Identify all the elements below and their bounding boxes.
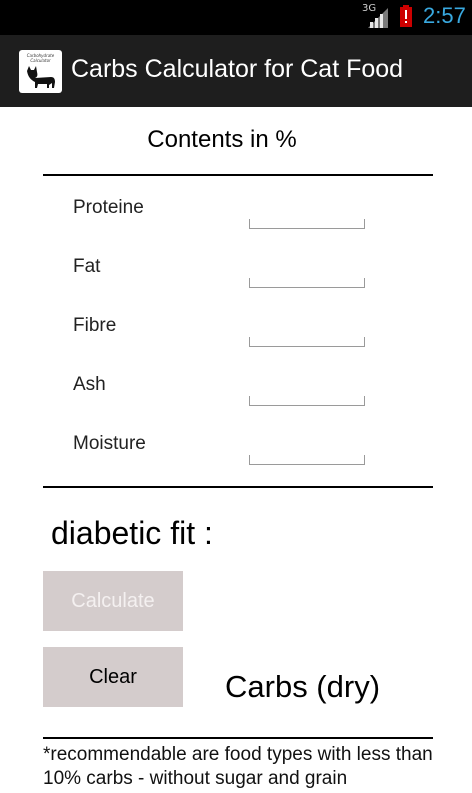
moisture-label: Moisture xyxy=(73,433,146,454)
carbs-dry-label: Carbs (dry) xyxy=(225,669,381,704)
ash-label: Ash xyxy=(73,374,106,395)
action-bar: Carbohydrate Calculator Carbs Calculator… xyxy=(0,35,472,107)
footnote: *recommendable are food types with less … xyxy=(43,744,433,789)
fibre-label: Fibre xyxy=(73,315,117,336)
app-title: Carbs Calculator for Cat Food xyxy=(71,55,404,83)
logo-text: Carbohydrate Calculator xyxy=(26,53,55,63)
ash-input[interactable] xyxy=(249,396,365,406)
clock: 2:57 xyxy=(423,3,466,28)
fat-input[interactable] xyxy=(249,278,365,288)
top-divider xyxy=(43,174,433,176)
section-title: Contents in % xyxy=(147,126,297,153)
battery-alert-icon xyxy=(400,5,412,27)
moisture-input[interactable] xyxy=(249,455,365,465)
bottom-divider xyxy=(43,737,433,739)
calculate-button[interactable]: Calculate xyxy=(43,571,183,631)
fat-label: Fat xyxy=(73,256,101,277)
clear-button[interactable]: Clear xyxy=(43,647,183,707)
status-bar: 3G 2:57 xyxy=(0,0,472,35)
proteine-label: Proteine xyxy=(73,197,144,218)
signal-icon xyxy=(368,8,388,28)
proteine-input[interactable] xyxy=(249,219,365,229)
diabetic-fit-label: diabetic fit : xyxy=(51,515,213,551)
app-logo[interactable]: Carbohydrate Calculator xyxy=(19,50,62,93)
middle-divider xyxy=(43,486,433,488)
fibre-input[interactable] xyxy=(249,337,365,347)
cat-icon xyxy=(27,66,55,88)
